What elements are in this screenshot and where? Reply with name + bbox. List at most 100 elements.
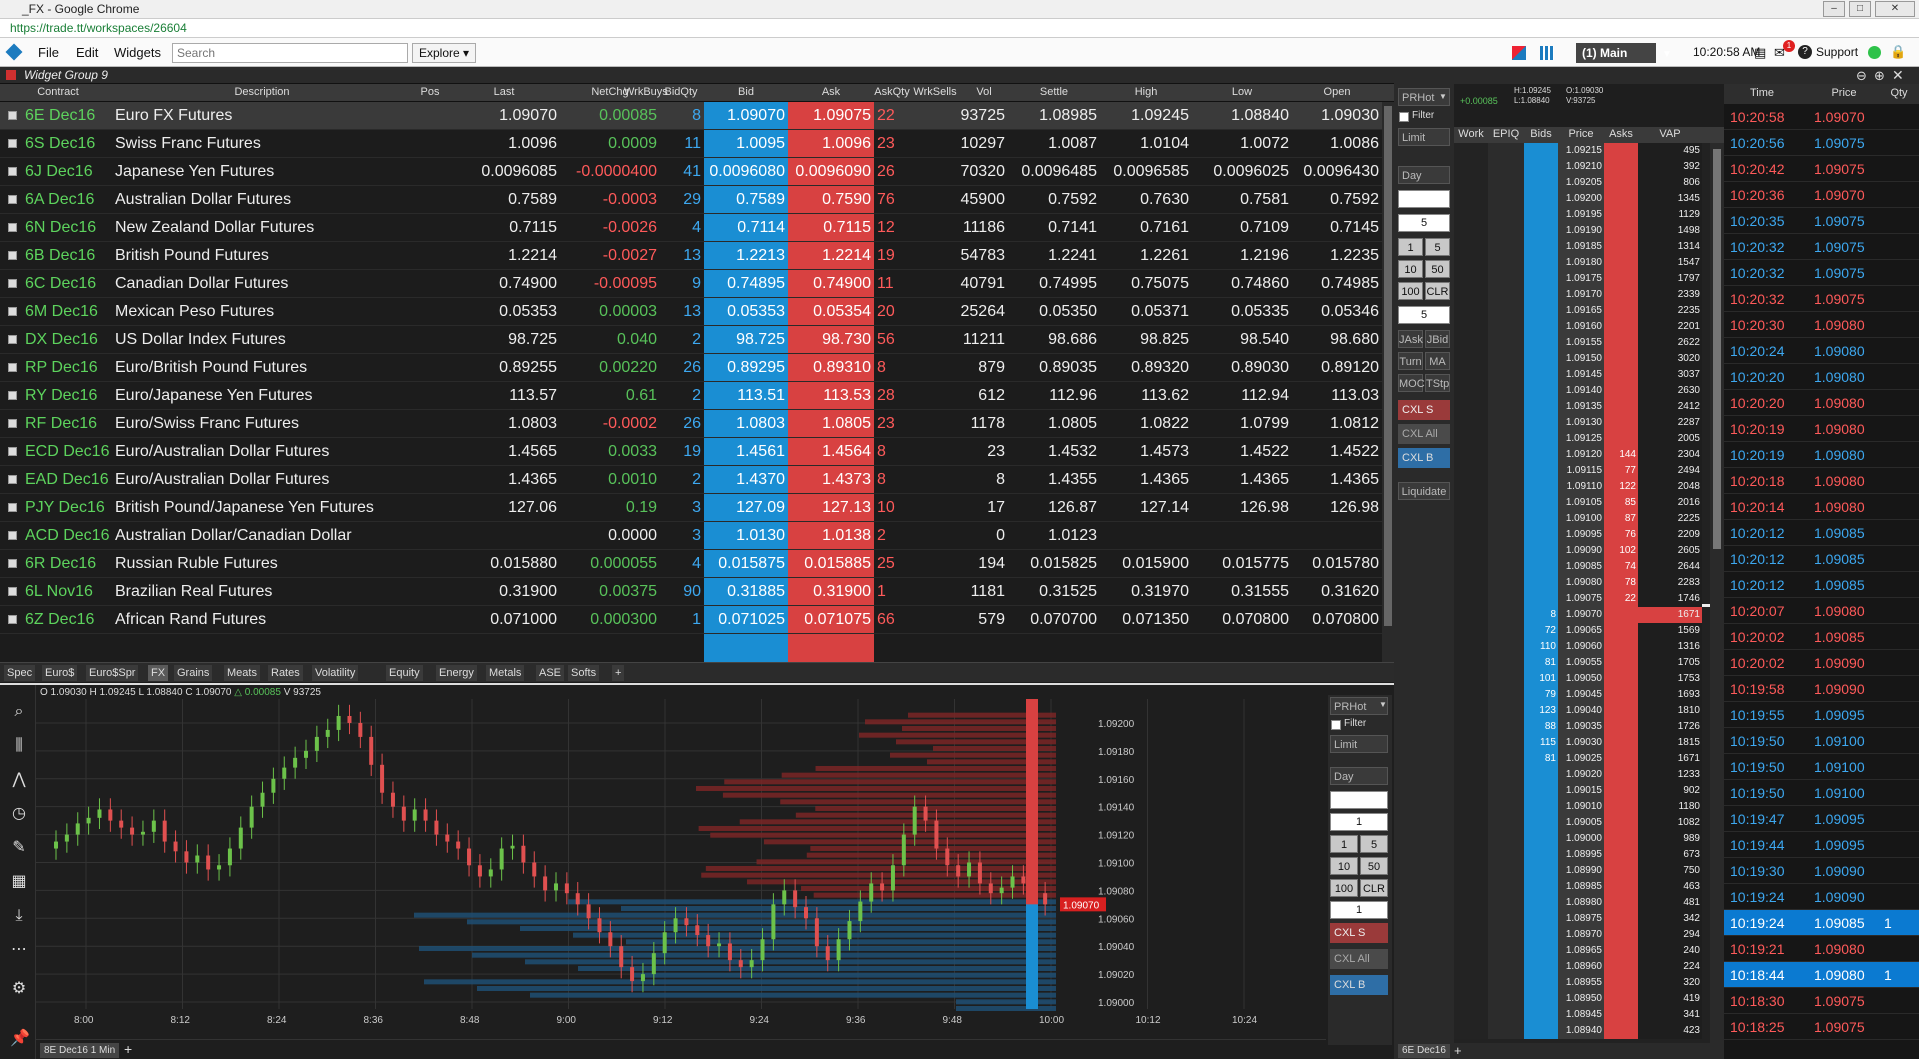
- qty-5-button[interactable]: 5: [1425, 238, 1450, 256]
- price-input[interactable]: [1398, 190, 1450, 208]
- ladder-row[interactable]: 1.08980 481: [1454, 895, 1724, 911]
- ladder-row[interactable]: 1.09090 102 2605: [1454, 543, 1724, 559]
- draw-pencil-icon[interactable]: ✎: [10, 839, 28, 857]
- indicator-icon[interactable]: ⋀: [10, 771, 28, 789]
- chart-qty-5-button[interactable]: 5: [1360, 835, 1388, 853]
- ladder-scrollbar[interactable]: [1710, 143, 1724, 1043]
- tab-energy[interactable]: Energy: [436, 665, 477, 681]
- expand-row-icon[interactable]: [8, 531, 17, 540]
- ask-cell[interactable]: 1.09075: [788, 102, 874, 129]
- ask-cell[interactable]: 0.7115: [788, 214, 874, 241]
- ladder-row[interactable]: 1.09075 22 1746: [1454, 591, 1724, 607]
- bid-cell[interactable]: 1.0803: [704, 410, 788, 437]
- order-type-select[interactable]: Limit: [1398, 128, 1450, 146]
- cancel-buys-button[interactable]: CXL B: [1398, 448, 1450, 468]
- bid-cell[interactable]: 0.7114: [704, 214, 788, 241]
- expand-row-icon[interactable]: [8, 447, 17, 456]
- ask-cell[interactable]: 127.13: [788, 494, 874, 521]
- save-icon[interactable]: ▤: [1754, 45, 1766, 61]
- md-minimize-icon[interactable]: ⊖: [1856, 68, 1867, 84]
- ladder-row[interactable]: 1.08950 419: [1454, 991, 1724, 1007]
- ask-cell[interactable]: 1.0805: [788, 410, 874, 437]
- qty-1-button[interactable]: 1: [1398, 238, 1423, 256]
- bid-cell[interactable]: 0.31885: [704, 578, 788, 605]
- column-header-wrkbuys[interactable]: WrkBuys: [624, 86, 668, 98]
- expand-row-icon[interactable]: [8, 307, 17, 316]
- column-header-description[interactable]: Description: [112, 86, 412, 98]
- market-row[interactable]: ACD Dec16 Australian Dollar/Canadian Doll…: [0, 522, 1382, 550]
- ask-cell[interactable]: 1.4564: [788, 438, 874, 465]
- tab-spec[interactable]: Spec: [4, 665, 36, 681]
- ask-cell[interactable]: 1.2214: [788, 242, 874, 269]
- ladder-row[interactable]: 1.09215 495: [1454, 143, 1724, 159]
- market-row[interactable]: 6L Nov16 Brazilian Real Futures 0.31900 0.0…: [0, 578, 1382, 606]
- ladder-row[interactable]: 1.09000 989: [1454, 831, 1724, 847]
- market-row[interactable]: ECD Dec16 Euro/Australian Dollar Futures 1…: [0, 438, 1382, 466]
- menu-widgets[interactable]: Widgets: [114, 45, 161, 60]
- ladder-row[interactable]: 81 1.09055 1705: [1454, 655, 1724, 671]
- tab-metals[interactable]: Metals: [486, 665, 525, 681]
- filter-checkbox[interactable]: [1399, 112, 1409, 122]
- market-row[interactable]: 6Z Dec16 African Rand Futures 0.071000 0.00…: [0, 606, 1382, 634]
- qty-input[interactable]: 5: [1398, 306, 1450, 324]
- bid-cell[interactable]: 127.09: [704, 494, 788, 521]
- ladder-row[interactable]: 1.09120 144 2304: [1454, 447, 1724, 463]
- market-row[interactable]: 6J Dec16 Japanese Yen Futures 0.0096085 -0.…: [0, 158, 1382, 186]
- expand-row-icon[interactable]: [8, 587, 17, 596]
- cancel-all-button[interactable]: CXL All: [1398, 424, 1450, 444]
- chart-qty-50-button[interactable]: 50: [1360, 857, 1388, 875]
- ma-button[interactable]: MA: [1425, 352, 1450, 370]
- chart-account-arrow-icon[interactable]: ▼: [1379, 700, 1387, 709]
- ask-cell[interactable]: 0.74900: [788, 270, 874, 297]
- ladder-row[interactable]: 1.08960 224: [1454, 959, 1724, 975]
- bid-cell[interactable]: 1.0130: [704, 522, 788, 549]
- ladder-row[interactable]: 1.09125 2005: [1454, 431, 1724, 447]
- column-header-askqty[interactable]: AskQty: [874, 86, 910, 98]
- add-chart-tab-button[interactable]: +: [124, 1041, 132, 1057]
- add-tab-button[interactable]: +: [612, 665, 625, 681]
- moc-button[interactable]: MOC: [1398, 374, 1425, 392]
- ask-cell[interactable]: 0.015885: [788, 550, 874, 577]
- ask-cell[interactable]: 1.4373: [788, 466, 874, 493]
- ladder-row[interactable]: 1.09160 2201: [1454, 319, 1724, 335]
- download-icon[interactable]: ⤓: [10, 907, 28, 925]
- market-row[interactable]: PJY Dec16 British Pound/Japanese Yen Futu…: [0, 494, 1382, 522]
- chart-cancel-all-button[interactable]: CXL All: [1330, 949, 1388, 969]
- md-maximize-icon[interactable]: ⊕: [1874, 68, 1885, 84]
- ladder-row[interactable]: 1.09170 2339: [1454, 287, 1724, 303]
- tab-ase[interactable]: ASE: [536, 665, 565, 681]
- expand-row-icon[interactable]: [8, 195, 17, 204]
- tab-meats[interactable]: Meats: [224, 665, 260, 681]
- ladder-row[interactable]: 1.09100 87 2225: [1454, 511, 1724, 527]
- ladder-row[interactable]: 1.08975 342: [1454, 911, 1724, 927]
- candles-icon[interactable]: ⫼: [10, 737, 28, 755]
- pin-icon[interactable]: 📌: [10, 1030, 30, 1048]
- chart-contract-tab[interactable]: 8E Dec16 1 Min: [40, 1043, 120, 1058]
- expand-row-icon[interactable]: [8, 335, 17, 344]
- expand-row-icon[interactable]: [8, 139, 17, 148]
- tab-volatility[interactable]: Volatility: [312, 665, 359, 681]
- workspace-select-arrow-icon[interactable]: ▼: [1662, 49, 1672, 60]
- bid-cell[interactable]: 98.725: [704, 326, 788, 353]
- tab-fx[interactable]: FX: [148, 665, 169, 681]
- expand-row-icon[interactable]: [8, 279, 17, 288]
- expand-row-icon[interactable]: [8, 503, 17, 512]
- join-ask-button[interactable]: JAsk: [1398, 330, 1423, 348]
- ladder-row[interactable]: 123 1.09040 1810: [1454, 703, 1724, 719]
- expand-row-icon[interactable]: [8, 419, 17, 428]
- chart-clear-button[interactable]: CLR: [1360, 879, 1388, 897]
- cancel-sells-button[interactable]: CXL S: [1398, 400, 1450, 420]
- ladder-row[interactable]: 1.08970 294: [1454, 927, 1724, 943]
- turn-button[interactable]: Turn: [1398, 352, 1423, 370]
- ladder-row[interactable]: 1.08965 240: [1454, 943, 1724, 959]
- grid-scrollbar[interactable]: [1382, 102, 1394, 662]
- column-header-wrksells[interactable]: WrkSells: [910, 86, 960, 98]
- market-row[interactable]: 6R Dec16 Russian Ruble Futures 0.015880 0.0…: [0, 550, 1382, 578]
- column-header-ask[interactable]: Ask: [788, 86, 874, 98]
- chart-qty-100-button[interactable]: 100: [1330, 879, 1358, 897]
- bid-cell[interactable]: 1.2213: [704, 242, 788, 269]
- ladder-row[interactable]: 81 1.09025 1671: [1454, 751, 1724, 767]
- ladder-row[interactable]: 101 1.09050 1753: [1454, 671, 1724, 687]
- ask-cell[interactable]: 0.071075: [788, 606, 874, 633]
- column-header-settle[interactable]: Settle: [1008, 86, 1100, 98]
